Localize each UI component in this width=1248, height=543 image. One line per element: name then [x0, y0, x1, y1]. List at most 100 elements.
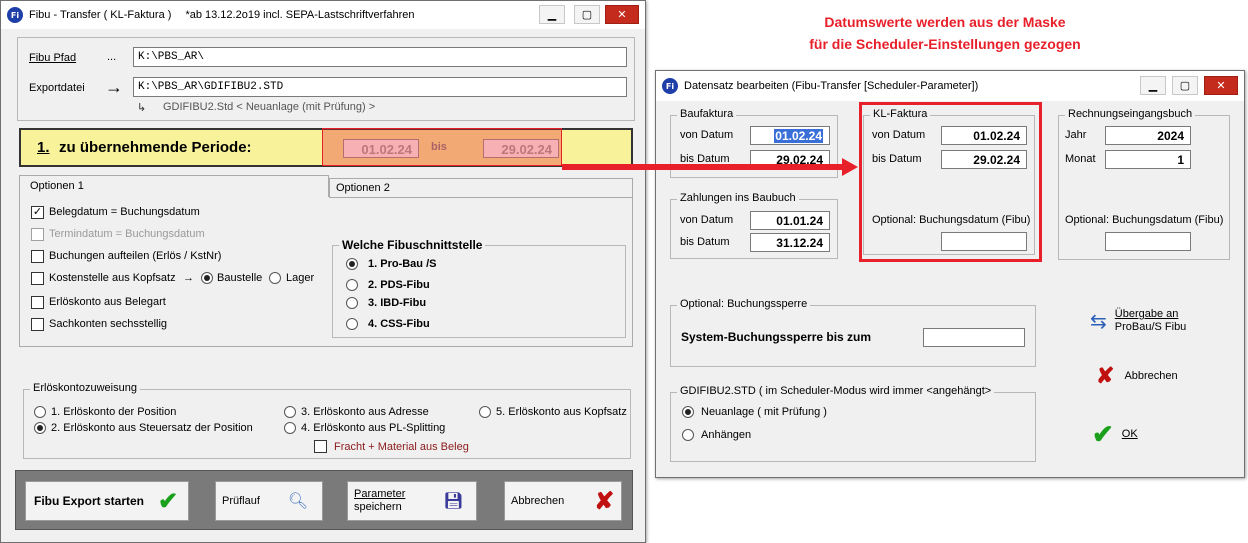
period-label: zu übernehmende Periode:: [59, 139, 252, 156]
erloes-3-label: 3. Erlöskonto aus Adresse: [301, 406, 429, 418]
erloes-1-label: 1. Erlöskonto der Position: [51, 406, 177, 418]
ok-button[interactable]: ✔ OK: [1092, 419, 1172, 449]
erloes-4-label: 4. Erlöskonto aus PL-Splitting: [301, 422, 446, 434]
exportdatei-label: Exportdatei: [29, 82, 85, 94]
zahlungen-bis-label: bis Datum: [680, 236, 730, 248]
rechnung-buchungsdatum-input[interactable]: [1105, 232, 1191, 251]
prueflauf-label: Prüflauf: [222, 495, 260, 507]
kostenstelle-checkbox[interactable]: [31, 272, 44, 285]
rechnung-jahr-label: Jahr: [1065, 129, 1087, 141]
gdi-group: GDIFIBU2.STD ( im Scheduler-Modus wird i…: [670, 385, 1036, 462]
sperre-label: System-Buchungssperre bis zum: [681, 330, 872, 344]
fibu-export-label: Fibu Export starten: [34, 494, 145, 508]
fibu-pfad-browse-button[interactable]: ...: [107, 51, 116, 63]
tab-optionen-1[interactable]: Optionen 1: [19, 175, 329, 197]
fibu-pfad-input[interactable]: K:\PBS_AR\: [133, 47, 627, 67]
baustelle-label: Baustelle: [217, 272, 263, 284]
anhaengen-label: Anhängen: [701, 429, 752, 441]
rechnung-title: Rechnungseingangsbuch: [1065, 108, 1196, 120]
erloes-2-radio[interactable]: [34, 422, 46, 434]
css-label: 4. CSS-Fibu: [368, 318, 430, 330]
erloes-5-label: 5. Erlöskonto aus Kopfsatz: [496, 406, 627, 418]
right-abbrechen-button[interactable]: ✘ Abbrechen: [1096, 363, 1206, 389]
kostenstelle-label: Kostenstelle aus Kopfsatz: [49, 272, 176, 284]
erloes-3-radio[interactable]: [284, 406, 296, 418]
annotation-line-2: für die Scheduler-Einstellungen gezogen: [809, 36, 1081, 52]
arrow-right-small-icon: →: [183, 272, 194, 284]
css-radio[interactable]: [346, 318, 358, 330]
right-close-button[interactable]: ✕: [1204, 76, 1238, 95]
anhaengen-radio[interactable]: [682, 429, 694, 441]
right-maximize-button[interactable]: ▢: [1172, 76, 1198, 95]
magnifier-icon: 🔍︎: [287, 493, 309, 510]
return-arrow-icon: ↳: [137, 102, 147, 114]
fibu-transfer-window: Fi Fibu - Transfer ( KL-Faktura ) *ab 13…: [0, 0, 646, 543]
uebergabe-button[interactable]: ⇆ Übergabe an ProBau/S Fibu: [1090, 305, 1220, 337]
lager-radio[interactable]: [269, 272, 281, 284]
erloeskonto-belegart-checkbox[interactable]: [31, 296, 44, 309]
erloeskonto-belegart-label: Erlöskonto aus Belegart: [49, 296, 166, 308]
schnittstelle-title: Welche Fibuschnittstelle: [339, 238, 486, 252]
pds-radio[interactable]: [346, 279, 358, 291]
close-icon: ✕: [1216, 80, 1226, 92]
right-title-bar: Fi Datensatz bearbeiten (Fibu-Transfer […: [656, 71, 1244, 101]
sperre-input[interactable]: [923, 328, 1025, 347]
baustelle-radio[interactable]: [201, 272, 213, 284]
belegdatum-checkbox[interactable]: ✓: [31, 206, 44, 219]
zahlungen-title: Zahlungen ins Baubuch: [677, 192, 799, 204]
close-button[interactable]: ✕: [605, 5, 639, 24]
sperre-title: Optional: Buchungssperre: [677, 298, 811, 310]
minimize-button[interactable]: ▁: [539, 5, 565, 24]
parameter-speichern-label: Parameter speichern: [354, 488, 406, 513]
prueflauf-button[interactable]: Prüflauf 🔍︎: [215, 481, 323, 521]
zahlungen-bis-input[interactable]: 31.12.24: [750, 233, 830, 252]
fibu-pfad-label: Fibu Pfad: [29, 52, 77, 64]
zahlungen-von-input[interactable]: 01.01.24: [750, 211, 830, 230]
app-icon: Fi: [7, 7, 23, 23]
probau-label: 1. Pro-Bau /S: [368, 258, 437, 270]
termindatum-checkbox[interactable]: [31, 228, 44, 241]
minimize-icon: ▁: [547, 9, 557, 21]
rechnung-monat-input[interactable]: 1: [1105, 150, 1191, 169]
erloes-4-radio[interactable]: [284, 422, 296, 434]
neuanlage-radio[interactable]: [682, 406, 694, 418]
fracht-label: Fracht + Material aus Beleg: [334, 441, 469, 453]
maximize-icon: ▢: [1179, 80, 1191, 92]
klfaktura-highlight: [859, 102, 1042, 262]
right-minimize-button[interactable]: ▁: [1140, 76, 1166, 95]
fracht-checkbox[interactable]: [314, 440, 327, 453]
arrow-right-icon: →: [105, 77, 123, 97]
buchungen-aufteilen-checkbox[interactable]: [31, 250, 44, 263]
transfer-icon: ⇆: [1090, 310, 1107, 333]
cancel-x-icon: ✘: [594, 487, 615, 515]
ibd-radio[interactable]: [346, 297, 358, 309]
exportdatei-input[interactable]: K:\PBS_AR\GDIFIBU2.STD: [133, 77, 627, 97]
abbrechen-button[interactable]: Abbrechen ✘: [504, 481, 622, 521]
tab-optionen-2[interactable]: Optionen 2: [329, 178, 633, 198]
ibd-label: 3. IBD-Fibu: [368, 297, 427, 309]
neuanlage-label: Neuanlage ( mit Prüfung ): [701, 406, 827, 418]
minimize-icon: ▁: [1148, 80, 1158, 92]
rechnung-monat-label: Monat: [1065, 153, 1096, 165]
title-bar: Fi Fibu - Transfer ( KL-Faktura ) *ab 13…: [1, 1, 645, 29]
checkmark-icon: ✓: [32, 206, 43, 218]
sachkonten-checkbox[interactable]: [31, 318, 44, 331]
rechnung-optional-label: Optional: Buchungsdatum (Fibu): [1065, 214, 1224, 226]
tab-optionen-1-label: Optionen 1: [30, 180, 84, 192]
pds-label: 2. PDS-Fibu: [368, 279, 430, 291]
period-number: 1.: [37, 139, 50, 156]
tab-optionen-2-label: Optionen 2: [336, 182, 390, 194]
buchungen-aufteilen-label: Buchungen aufteilen (Erlös / KstNr): [49, 250, 222, 262]
erloes-5-radio[interactable]: [479, 406, 491, 418]
window-title: Fibu - Transfer ( KL-Faktura ): [29, 9, 172, 21]
checkmark-icon: ✔: [1092, 418, 1114, 449]
fibu-export-button[interactable]: Fibu Export starten ✔: [25, 481, 189, 521]
maximize-button[interactable]: ▢: [574, 5, 600, 24]
erloes-2-label: 2. Erlöskonto aus Steuersatz der Positio…: [51, 422, 253, 434]
rechnung-jahr-input[interactable]: 2024: [1105, 126, 1191, 145]
probau-radio[interactable]: [346, 258, 358, 270]
parameter-speichern-button[interactable]: Parameter speichern 💾︎: [347, 481, 477, 521]
right-window-title: Datensatz bearbeiten (Fibu-Transfer [Sch…: [684, 80, 979, 92]
erloes-1-radio[interactable]: [34, 406, 46, 418]
maximize-icon: ▢: [581, 9, 593, 21]
